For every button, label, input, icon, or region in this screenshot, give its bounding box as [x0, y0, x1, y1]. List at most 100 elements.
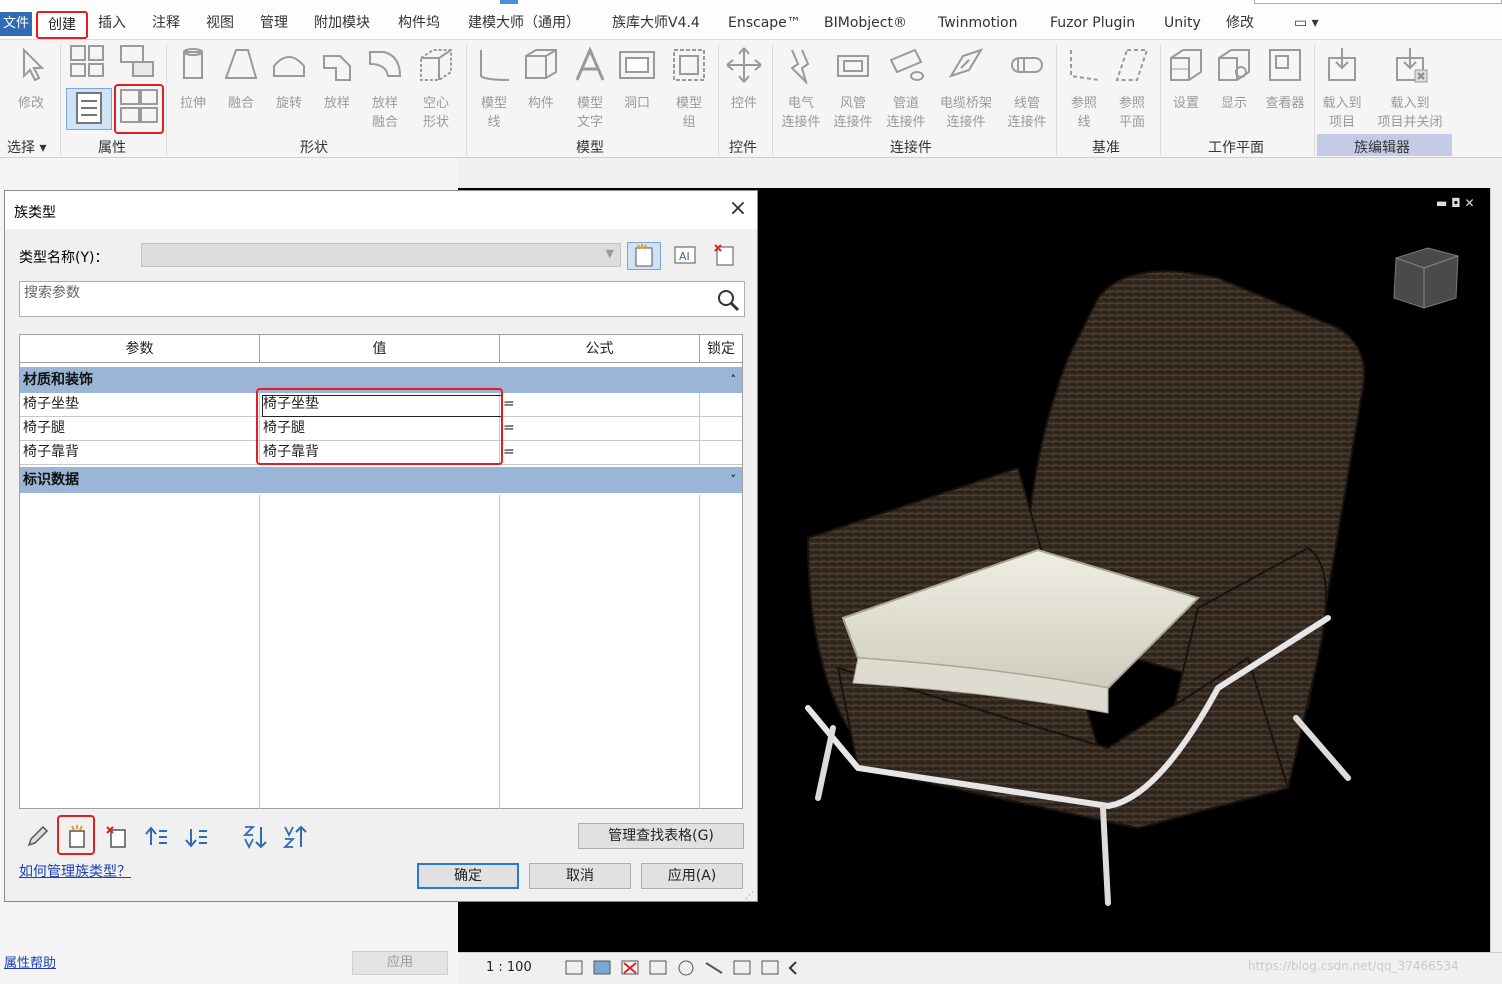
type-name-label: 类型名称(Y)：	[19, 250, 109, 266]
rename-type-button[interactable]: AI	[669, 242, 703, 270]
column-divider	[699, 495, 700, 809]
work-plane-viewer-button[interactable]: 查看器	[1260, 46, 1310, 113]
move-up-icon[interactable]	[143, 823, 171, 851]
column-header-formula[interactable]: 公式	[500, 335, 700, 363]
family-params-button[interactable]	[116, 42, 158, 84]
dialog-titlebar[interactable]: 族类型 ×	[5, 191, 757, 229]
resize-grip[interactable]: ⋰	[745, 891, 754, 901]
properties-button[interactable]	[66, 88, 112, 130]
model-group-button[interactable]: 模型 组	[666, 46, 712, 132]
view-cube[interactable]	[1390, 240, 1462, 316]
show-work-plane-icon	[1218, 49, 1250, 81]
param-lock[interactable]	[700, 441, 742, 464]
param-lock[interactable]	[700, 393, 742, 416]
view-control-icons[interactable]	[564, 959, 804, 977]
reference-line-button[interactable]: 参照 线	[1062, 46, 1106, 132]
tab-fuzor[interactable]: Fuzor Plugin	[1050, 13, 1135, 33]
ribbon-minimize-toggle[interactable]: ▭ ▾	[1294, 13, 1319, 33]
sort-descending-icon[interactable]	[281, 823, 309, 851]
void-forms-button[interactable]: 空心 形状	[414, 46, 458, 132]
pipe-connector-button[interactable]: 管道 连接件	[880, 46, 932, 132]
search-input[interactable]	[24, 284, 704, 302]
tab-modeling-master[interactable]: 建模大师（通用）	[468, 13, 580, 33]
how-to-manage-family-types-link[interactable]: 如何管理族类型？	[19, 861, 131, 881]
view-window-controls[interactable]: ▬ ◘ ✕	[1436, 196, 1475, 210]
properties-apply-button[interactable]: 应用	[352, 951, 448, 975]
revolve-button[interactable]: 旋转	[268, 46, 310, 113]
panel-select-label[interactable]: 选择 ▾	[7, 137, 46, 157]
tab-bimobject[interactable]: BIMobject®	[824, 13, 907, 33]
cursor-icon	[23, 47, 45, 82]
show-work-plane-label: 显示	[1220, 96, 1247, 111]
modify-button[interactable]: 修改	[6, 46, 56, 113]
tab-view[interactable]: 视图	[206, 13, 234, 33]
family-category-button[interactable]	[66, 42, 108, 84]
cable-tray-connector-button[interactable]: 电缆桥架 连接件	[934, 46, 998, 132]
param-formula[interactable]: =	[500, 393, 700, 416]
view-scrollbar[interactable]	[1490, 188, 1502, 952]
load-into-project-and-close-button[interactable]: 载入到 项目并关闭	[1372, 46, 1448, 132]
search-icon[interactable]	[714, 286, 742, 314]
tab-modify[interactable]: 修改	[1226, 13, 1254, 33]
tab-component-dock[interactable]: 构件坞	[398, 13, 440, 33]
extrusion-button[interactable]: 拉伸	[172, 46, 214, 113]
tab-addins[interactable]: 附加模块	[314, 13, 370, 33]
conduit-connector-button[interactable]: 线管 连接件	[1002, 46, 1052, 132]
sweep-icon	[323, 55, 351, 81]
type-name-dropdown[interactable]: ▼	[141, 243, 621, 267]
component-icon	[525, 49, 557, 79]
pencil-icon[interactable]	[23, 823, 51, 851]
tab-twinmotion[interactable]: Twinmotion	[938, 13, 1017, 33]
close-icon[interactable]: ×	[727, 198, 749, 221]
param-lock[interactable]	[700, 417, 742, 440]
reference-plane-button[interactable]: 参照 平面	[1110, 46, 1154, 132]
param-formula[interactable]: =	[500, 417, 700, 440]
ok-button[interactable]: 确定	[417, 863, 519, 889]
set-work-plane-button[interactable]: 设置	[1166, 46, 1206, 113]
tab-unity[interactable]: Unity	[1164, 13, 1201, 33]
tab-manage[interactable]: 管理	[260, 13, 288, 33]
component-button[interactable]: 构件	[520, 46, 562, 113]
column-header-lock[interactable]: 锁定	[700, 335, 742, 363]
search-parameters-box[interactable]	[19, 281, 745, 317]
load-into-project-button[interactable]: 载入到 项目	[1316, 46, 1368, 132]
delete-type-button[interactable]	[709, 242, 743, 270]
model-text-button[interactable]: 模型 文字	[568, 46, 612, 132]
view-scale[interactable]: 1 : 100	[486, 960, 532, 975]
file-menu[interactable]: 文件	[0, 12, 32, 36]
panel-divider	[772, 44, 773, 156]
properties-help-link[interactable]: 属性帮助	[4, 952, 56, 971]
duct-connector-button[interactable]: 风管 连接件	[828, 46, 878, 132]
blend-button[interactable]: 融合	[220, 46, 262, 113]
new-type-button[interactable]	[627, 242, 661, 270]
electrical-connector-button[interactable]: 电气 连接件	[776, 46, 826, 132]
group-identity-data[interactable]: 标识数据 ˅	[20, 467, 742, 493]
sweep-button[interactable]: 放样	[316, 46, 358, 113]
param-formula[interactable]: =	[500, 441, 700, 464]
watermark: https://blog.csdn.net/qq_37466534	[1248, 959, 1459, 973]
column-header-value[interactable]: 值	[260, 335, 500, 363]
tab-create[interactable]: 创建	[36, 11, 88, 39]
panel-properties-label: 属性	[98, 140, 126, 156]
control-button[interactable]: 控件	[724, 46, 764, 113]
family-types-dialog: 族类型 × 类型名称(Y)： ▼ AI 参数 值 公式 锁定 材质和装饰 ˄ 椅…	[4, 190, 758, 902]
swept-blend-button[interactable]: 放样 融合	[364, 46, 406, 132]
tab-family-library[interactable]: 族库大师V4.4	[612, 13, 700, 33]
tab-enscape[interactable]: Enscape™	[728, 13, 801, 33]
search-box-top[interactable]	[1254, 0, 1502, 4]
manage-lookup-tables-button[interactable]: 管理查找表格(G)	[578, 823, 744, 849]
sort-ascending-icon[interactable]	[241, 823, 269, 851]
tab-insert[interactable]: 插入	[98, 13, 126, 33]
chevron-up-icon[interactable]: ˄	[731, 367, 737, 393]
chevron-down-icon[interactable]: ˅	[731, 467, 737, 493]
model-line-button[interactable]: 模型 线	[472, 46, 516, 132]
cancel-button[interactable]: 取消	[529, 863, 631, 889]
opening-button[interactable]: 洞口	[616, 46, 658, 113]
move-down-icon[interactable]	[183, 823, 211, 851]
delete-parameter-icon[interactable]	[103, 823, 131, 851]
apply-button[interactable]: 应用(A)	[641, 863, 743, 889]
column-header-parameter[interactable]: 参数	[20, 335, 260, 363]
tab-annotate[interactable]: 注释	[152, 13, 180, 33]
reference-plane-icon	[1115, 49, 1149, 81]
show-work-plane-button[interactable]: 显示	[1214, 46, 1254, 113]
